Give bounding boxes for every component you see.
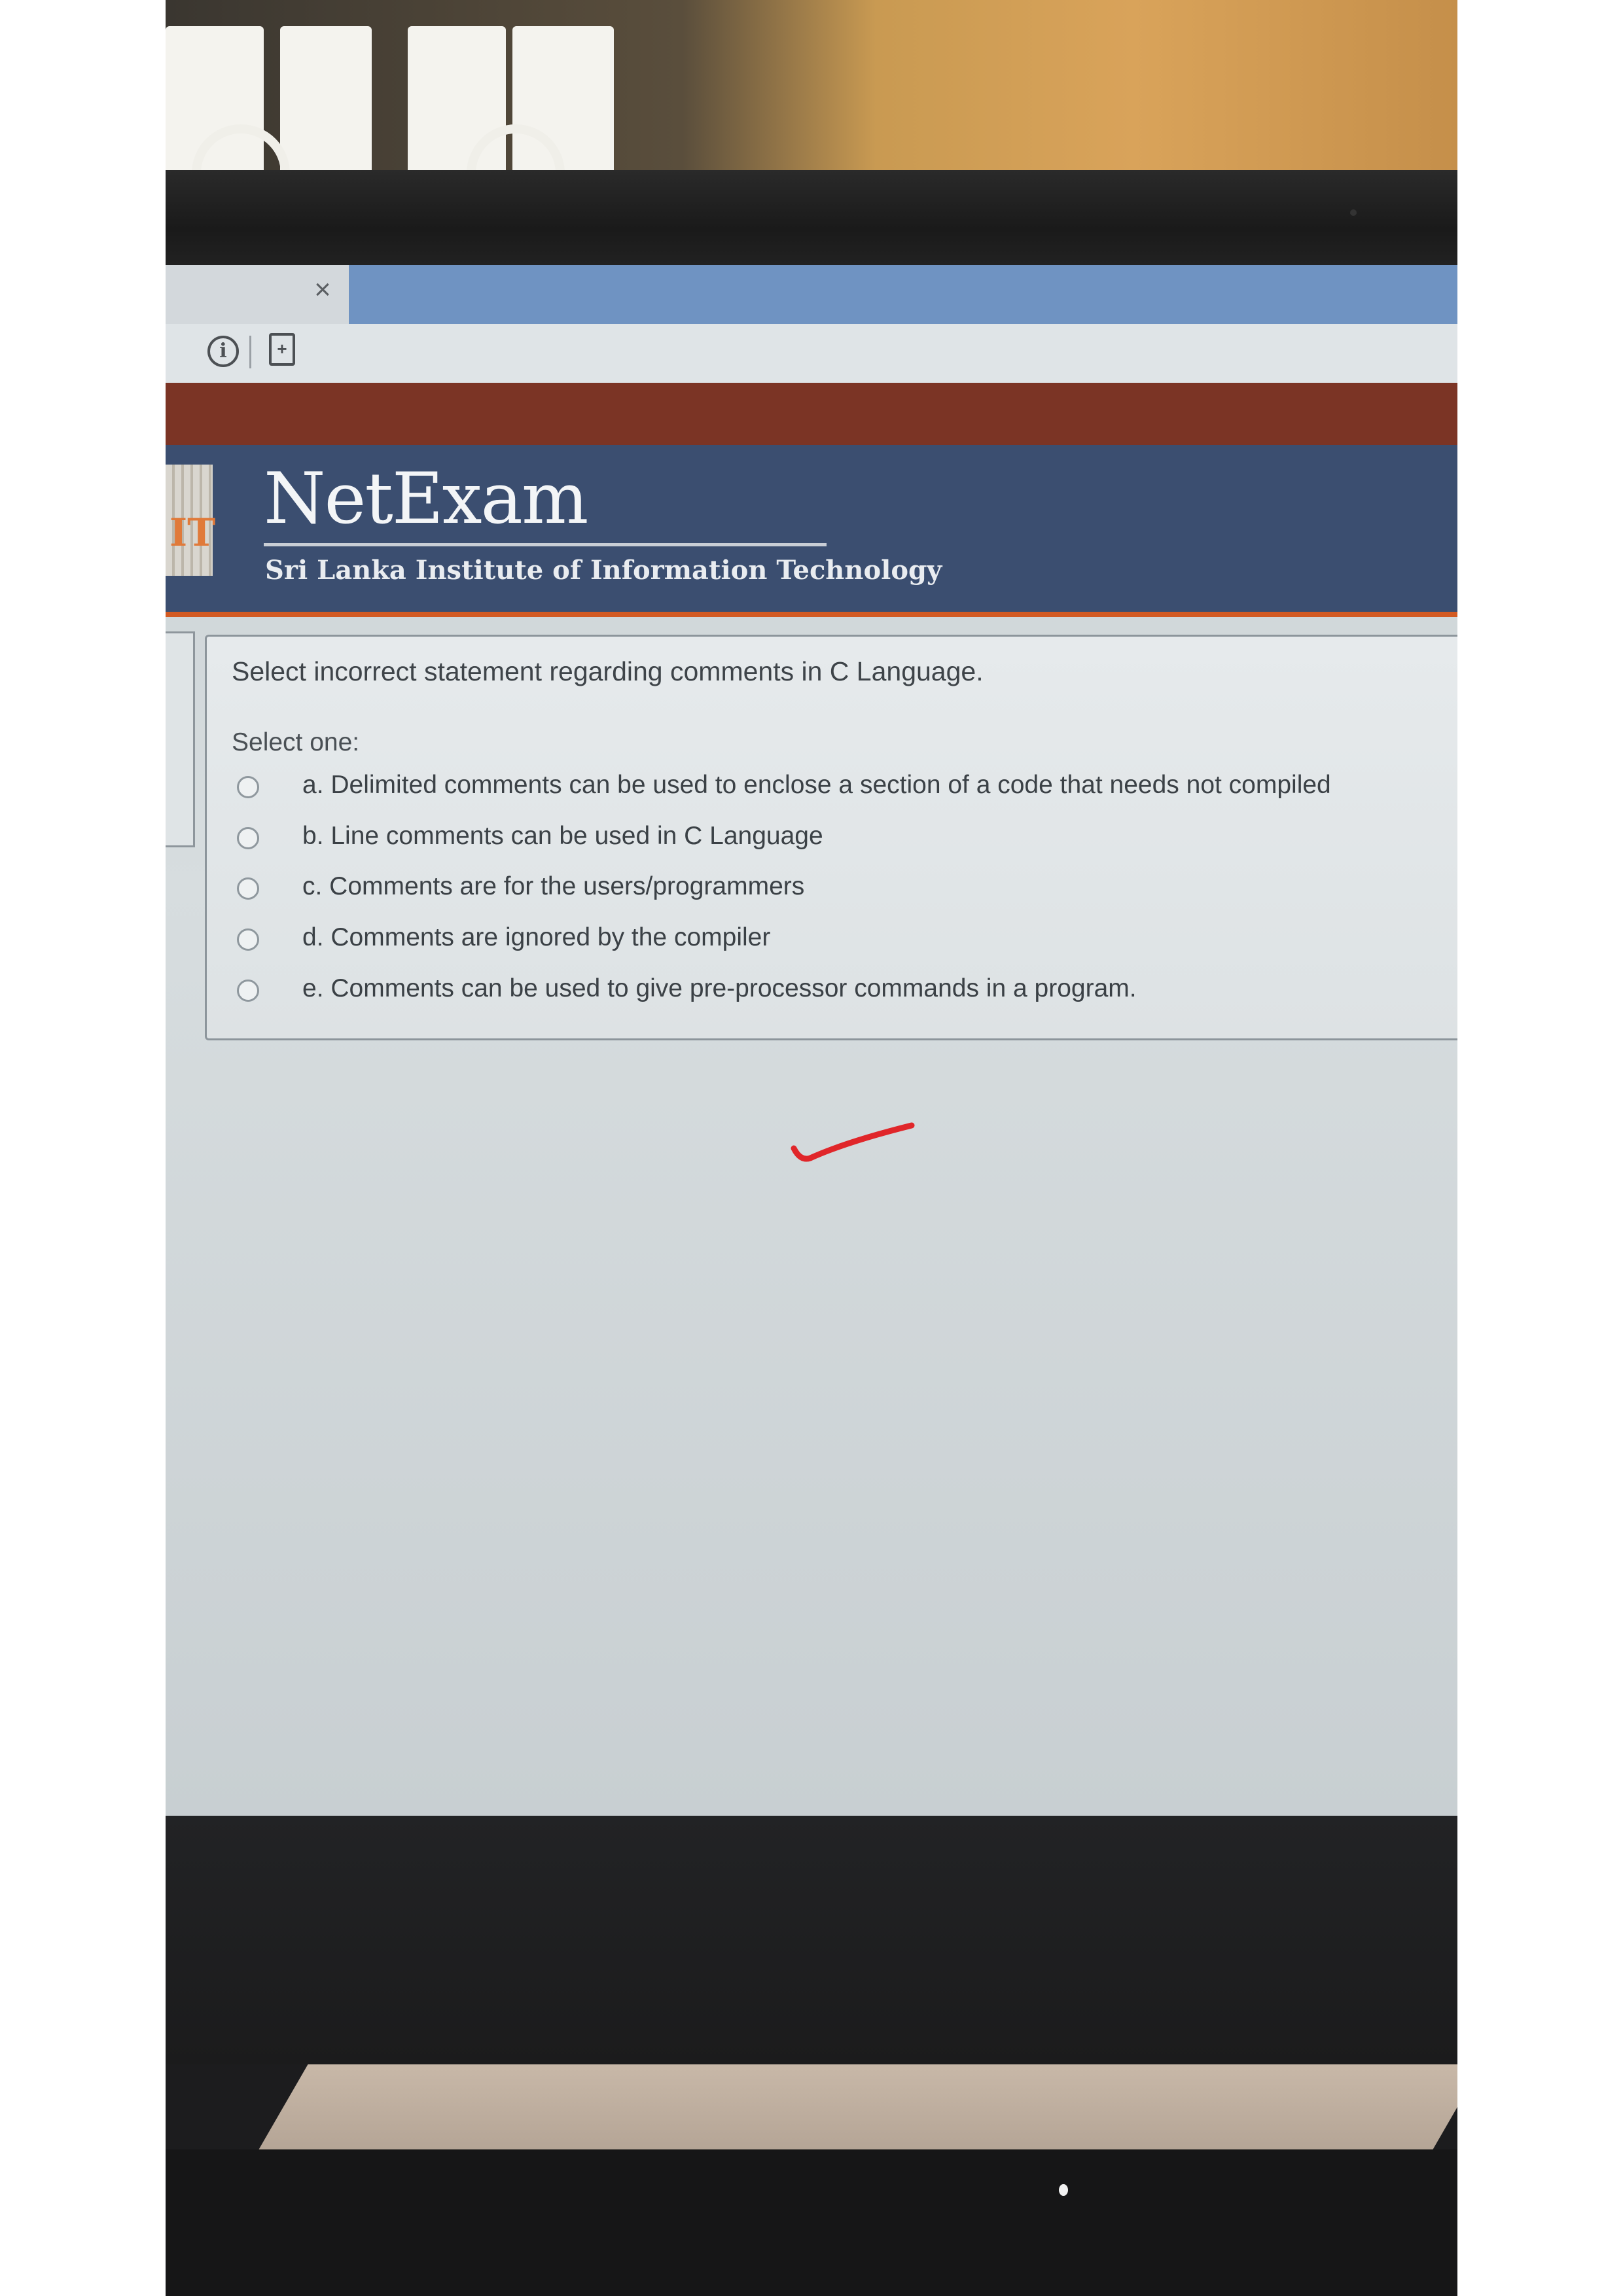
window-light <box>280 26 372 186</box>
answer-option-e[interactable]: e. Comments can be used to give pre-proc… <box>237 974 1457 1014</box>
laptop-keyboard-deck <box>166 2149 1457 2296</box>
answer-option-a[interactable]: a. Delimited comments can be used to enc… <box>237 771 1457 810</box>
option-label: a. Delimited comments can be used to enc… <box>302 771 1331 799</box>
laptop-hinge <box>259 2064 1457 2149</box>
radio-button[interactable] <box>237 980 259 1002</box>
site-header: IT NetExam Sri Lanka Institute of Inform… <box>166 445 1457 617</box>
address-bar[interactable]: i + <box>166 324 1457 383</box>
info-icon[interactable]: i <box>207 336 239 367</box>
site-top-band <box>166 383 1457 445</box>
radio-button[interactable] <box>237 877 259 900</box>
sliit-logo: IT <box>166 465 216 576</box>
option-label: d. Comments are ignored by the compiler <box>302 923 771 951</box>
answer-option-d[interactable]: d. Comments are ignored by the compiler <box>237 923 1457 963</box>
page-icon[interactable]: + <box>269 333 295 366</box>
radio-button[interactable] <box>237 776 259 798</box>
answer-option-c[interactable]: c. Comments are for the users/programmer… <box>237 872 1457 911</box>
photo-frame: × i + IT NetExam Sri Lanka Institute of … <box>166 0 1457 2296</box>
page-title: NetExam <box>264 458 588 540</box>
logo-letters: IT <box>169 510 216 555</box>
option-label: c. Comments are for the users/programmer… <box>302 872 805 900</box>
browser-tab-bar <box>349 265 1457 324</box>
laptop-bottom-bezel <box>166 1816 1457 2064</box>
radio-button[interactable] <box>237 928 259 951</box>
question-text: Select incorrect statement regarding com… <box>232 656 984 686</box>
laptop-top-bezel <box>166 170 1457 268</box>
radio-button[interactable] <box>237 827 259 849</box>
quiz-nav-panel <box>166 631 195 847</box>
select-one-prompt: Select one: <box>232 728 360 756</box>
webcam <box>1350 209 1357 216</box>
address-divider <box>249 336 251 368</box>
tab-close-icon[interactable]: × <box>303 270 342 309</box>
title-rule <box>264 543 827 546</box>
laptop-screen: × i + IT NetExam Sri Lanka Institute of … <box>166 265 1457 1816</box>
power-led <box>1059 2184 1068 2196</box>
option-label: e. Comments can be used to give pre-proc… <box>302 974 1137 1002</box>
handwritten-tick-mark <box>791 1122 915 1162</box>
answer-option-b[interactable]: b. Line comments can be used in C Langua… <box>237 822 1457 861</box>
question-card: Select incorrect statement regarding com… <box>205 635 1457 1040</box>
page-subtitle: Sri Lanka Institute of Information Techn… <box>265 555 942 586</box>
option-label: b. Line comments can be used in C Langua… <box>302 822 823 850</box>
